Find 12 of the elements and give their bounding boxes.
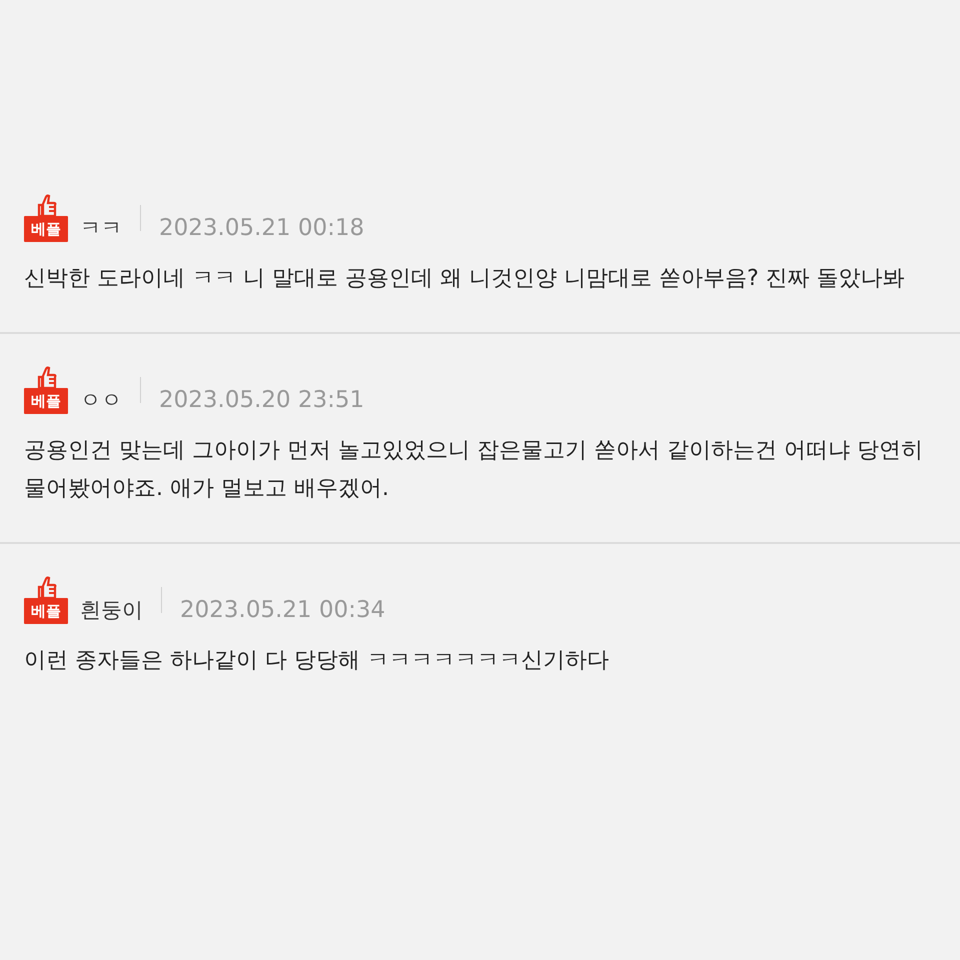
best-comment-badge: 베플 — [24, 216, 68, 242]
comment-date: 2023.05.20 23:51 — [159, 386, 364, 414]
best-comment-badge: 베플 — [24, 598, 68, 624]
author-name: ㅇㅇ — [80, 387, 122, 414]
best-comment-badge: 베플 — [24, 388, 68, 414]
comment-text: 신박한 도라이네 ㅋㅋ 니 말대로 공용인데 왜 니것인양 니맘대로 쏟아부음? 진짜 돌았나봐 — [24, 265, 906, 293]
comment-text: 이런 종자들은 하나같이 다 당당해 ㅋㅋㅋㅋㅋㅋㅋ신기하다 — [24, 647, 610, 675]
author-name: ㅋㅋ — [80, 215, 122, 242]
comment-text: 공용인건 맞는데 그아이가 먼저 놀고있었으니 잡은물고기 쏟아서 같이하는건 어떠냐 당연히 물어봤어야죠. 애가 멀보고 배우겠어. — [24, 437, 924, 503]
author-name: 흰둥이 — [80, 597, 143, 624]
comment-date: 2023.05.21 00:18 — [159, 214, 364, 242]
comment-date: 2023.05.21 00:34 — [180, 596, 386, 624]
